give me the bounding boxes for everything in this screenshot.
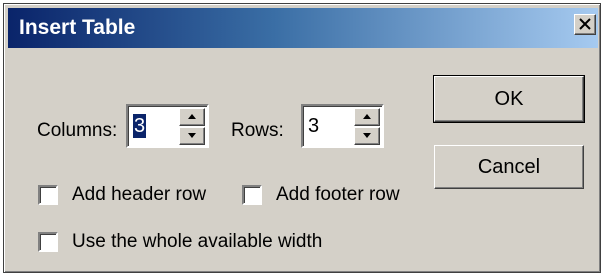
rows-increment-button[interactable]: [354, 108, 380, 126]
columns-decrement-button[interactable]: [179, 127, 205, 145]
insert-table-dialog: Insert Table Columns: 3 Rows: 3 OK Cance…: [3, 3, 601, 273]
use-whole-width-label[interactable]: Use the whole available width: [72, 231, 322, 253]
columns-spinner[interactable]: 3: [126, 104, 209, 148]
columns-increment-button[interactable]: [179, 108, 205, 126]
add-header-row-label[interactable]: Add header row: [72, 184, 206, 206]
rows-value[interactable]: 3: [308, 114, 319, 138]
ok-button[interactable]: OK: [433, 75, 585, 123]
add-footer-row-label[interactable]: Add footer row: [276, 184, 400, 206]
arrow-up-icon: [188, 114, 196, 119]
close-x-icon: [579, 18, 591, 30]
add-header-row-checkbox[interactable]: [38, 185, 58, 205]
cancel-button[interactable]: Cancel: [434, 145, 584, 189]
columns-value[interactable]: 3: [133, 114, 147, 138]
columns-label: Columns:: [37, 120, 118, 141]
title-bar: Insert Table: [8, 8, 598, 48]
rows-decrement-button[interactable]: [354, 127, 380, 145]
window-title: Insert Table: [19, 16, 136, 39]
rows-label: Rows:: [231, 120, 284, 141]
arrow-down-icon: [188, 133, 196, 138]
add-footer-row-checkbox[interactable]: [242, 185, 262, 205]
cancel-button-label: Cancel: [477, 156, 541, 178]
ok-button-label: OK: [494, 88, 524, 110]
use-whole-width-checkbox[interactable]: [38, 232, 58, 252]
arrow-up-icon: [363, 114, 371, 119]
rows-spinner[interactable]: 3: [301, 104, 384, 148]
arrow-down-icon: [363, 133, 371, 138]
close-button[interactable]: [574, 14, 596, 35]
